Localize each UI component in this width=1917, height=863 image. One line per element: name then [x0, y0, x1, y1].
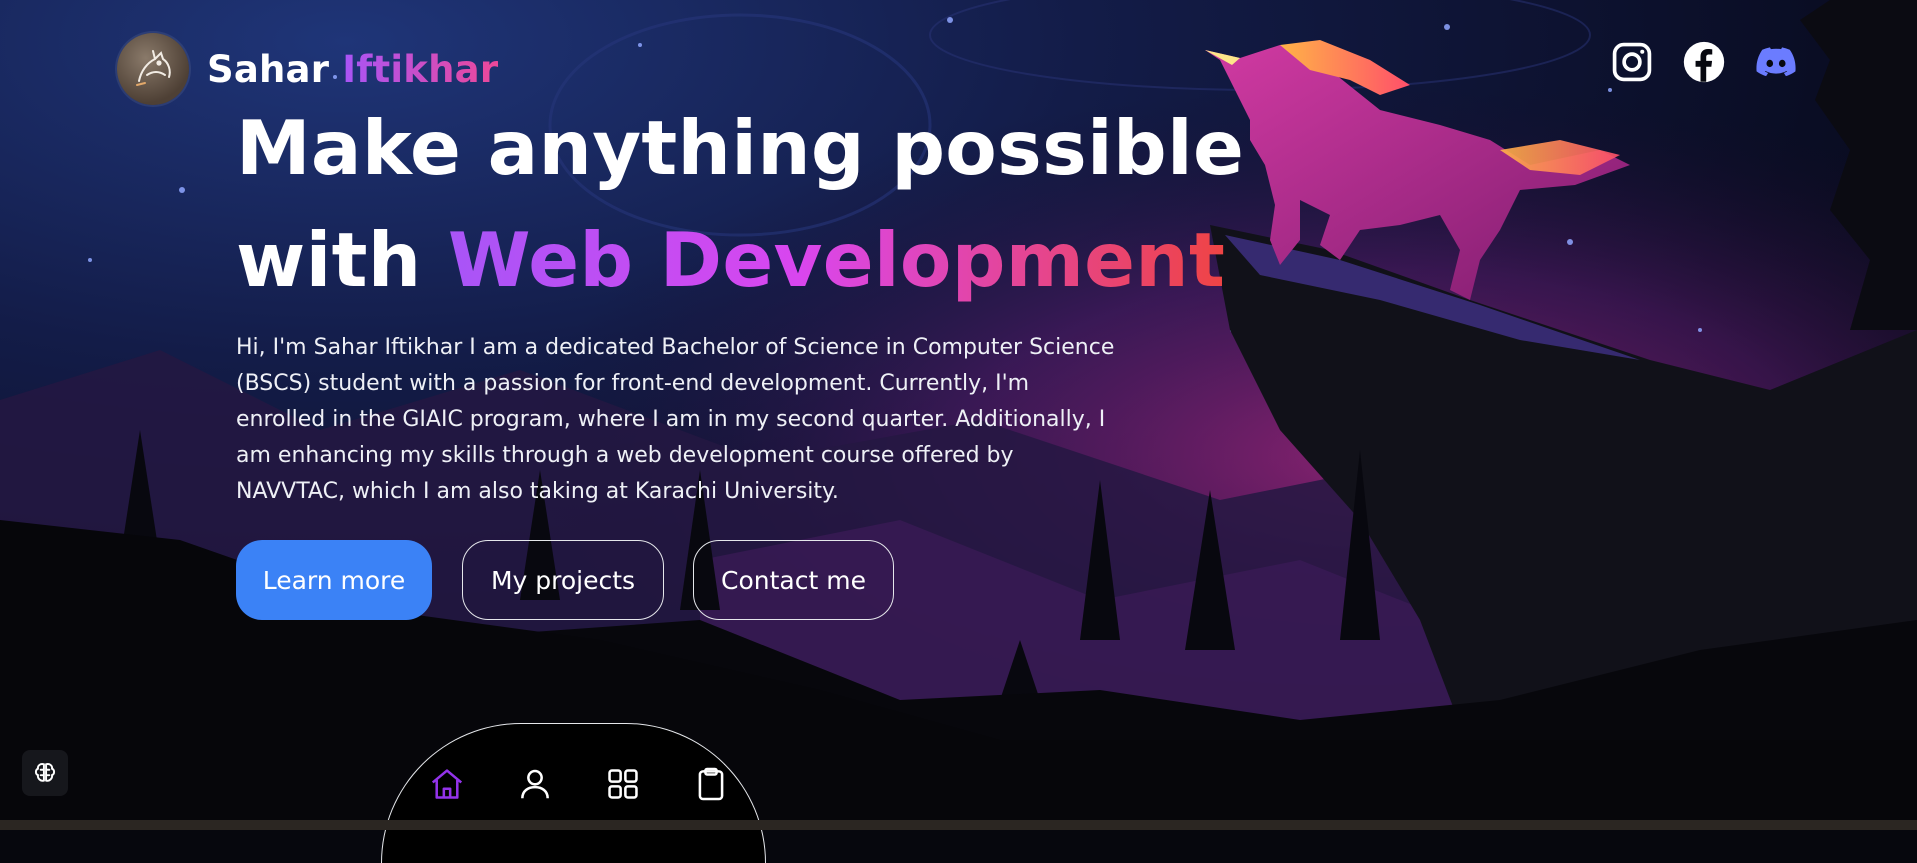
- brand-first-name: Sahar: [207, 47, 330, 91]
- home-icon[interactable]: [425, 762, 469, 806]
- discord-icon[interactable]: [1754, 40, 1798, 84]
- instagram-icon[interactable]: [1610, 40, 1654, 84]
- clipboard-icon[interactable]: [689, 762, 733, 806]
- window-bottom-edge: [0, 820, 1917, 830]
- brand-last-name: Iftikhar: [342, 47, 499, 91]
- contact-me-button[interactable]: Contact me: [693, 540, 894, 620]
- hero-intro-text: Hi, I'm Sahar Iftikhar I am a dedicated …: [236, 335, 1115, 504]
- social-links: [1610, 40, 1798, 84]
- bottom-nav-items: [425, 762, 733, 806]
- hero-title: Make anything possible with Web Developm…: [236, 92, 1244, 316]
- horse-head-logo-icon: [117, 33, 189, 105]
- user-icon[interactable]: [513, 762, 557, 806]
- grid-icon[interactable]: [601, 762, 645, 806]
- hero-title-prefix: with: [236, 216, 422, 304]
- my-projects-button[interactable]: My projects: [462, 540, 664, 620]
- hero-title-line1: Make anything possible: [236, 104, 1245, 192]
- hero-title-highlight: Web Development: [447, 216, 1226, 304]
- learn-more-button[interactable]: Learn more: [236, 540, 432, 620]
- brand-name: Sahar Iftikhar: [207, 48, 498, 91]
- brain-icon[interactable]: [22, 750, 68, 796]
- facebook-icon[interactable]: [1682, 40, 1726, 84]
